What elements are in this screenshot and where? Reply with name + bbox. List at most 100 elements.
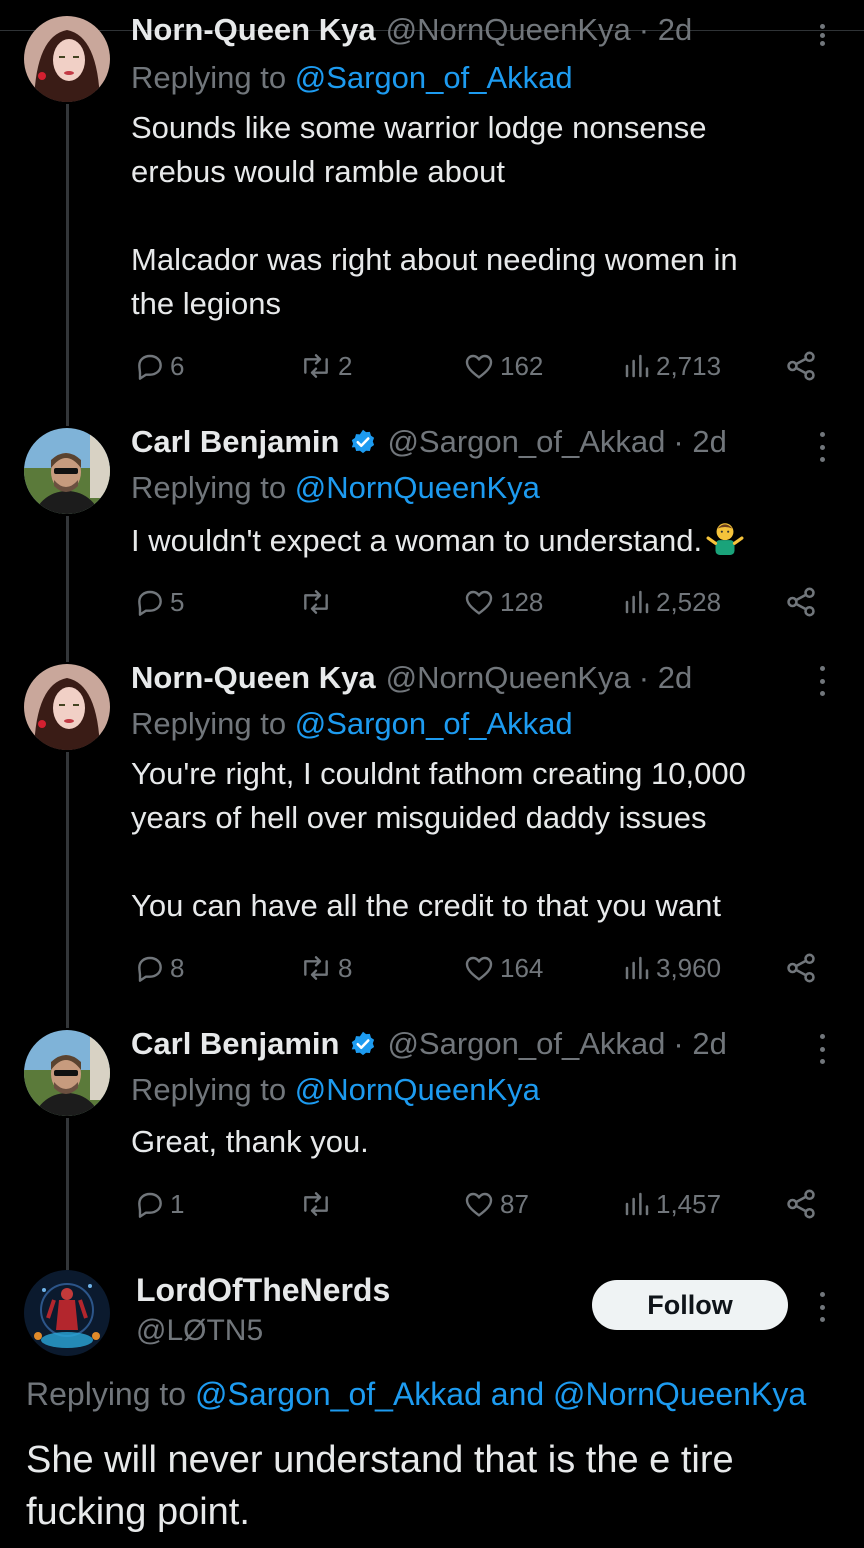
share-button[interactable]: [784, 1184, 818, 1224]
like-icon: [465, 590, 493, 615]
mention-link[interactable]: @Sargon_of_Akkad: [295, 706, 573, 741]
reply-icon: [138, 590, 162, 616]
author-name[interactable]: LordOfTheNerds: [136, 1272, 390, 1309]
repost-count: 8: [338, 952, 353, 983]
views-count: 3,960: [656, 952, 722, 983]
reply-button[interactable]: 5: [134, 582, 184, 622]
repost-button[interactable]: [298, 1184, 338, 1224]
tweet-text: You're right, I couldnt fathom creating …: [131, 756, 746, 923]
replying-prefix: Replying to: [131, 470, 287, 505]
views-button[interactable]: 1,457: [622, 1184, 721, 1224]
action-bar: 1 87 1,457: [0, 1184, 864, 1224]
more-icon[interactable]: [812, 666, 832, 696]
share-icon: [787, 1189, 815, 1219]
timestamp[interactable]: · 2d: [639, 660, 692, 696]
share-button[interactable]: [784, 948, 818, 988]
avatar[interactable]: [24, 664, 110, 750]
repost-button[interactable]: 8: [298, 948, 352, 988]
views-count: 2,528: [656, 586, 722, 617]
like-count: 162: [500, 350, 544, 381]
author-handle[interactable]: @NornQueenKya: [386, 12, 631, 48]
author-name[interactable]: Carl Benjamin: [131, 424, 339, 460]
share-button[interactable]: [784, 582, 818, 622]
more-icon[interactable]: [812, 1292, 832, 1322]
like-count: 164: [500, 952, 544, 983]
views-icon: [625, 956, 649, 980]
tweet-text: She will never understand that is the e …: [26, 1439, 734, 1533]
author-handle[interactable]: @Sargon_of_Akkad: [387, 1026, 665, 1062]
author-name[interactable]: Norn-Queen Kya: [131, 12, 376, 48]
more-icon[interactable]: [812, 432, 832, 462]
author-name[interactable]: Norn-Queen Kya: [131, 660, 376, 696]
mention-link[interactable]: @Sargon_of_Akkad: [295, 60, 573, 95]
share-icon: [787, 351, 815, 381]
share-icon: [787, 953, 815, 983]
views-button[interactable]: 2,713: [622, 346, 721, 386]
repost-button[interactable]: [298, 582, 338, 622]
replying-to: Replying to @Sargon_of_Akkad: [131, 706, 573, 742]
reply-icon: [138, 354, 162, 380]
verified-badge-icon: [349, 1030, 377, 1058]
reply-button[interactable]: 1: [134, 1184, 184, 1224]
replying-to: Replying to @Sargon_of_Akkad and @NornQu…: [26, 1376, 806, 1413]
replying-prefix: Replying to: [131, 60, 287, 95]
views-button[interactable]: 2,528: [622, 582, 721, 622]
mention-link[interactable]: @NornQueenKya: [553, 1376, 806, 1412]
like-icon: [465, 1192, 493, 1217]
views-icon: [625, 1192, 649, 1216]
tweet-text: Sounds like some warrior lodge nonsense …: [131, 110, 738, 321]
avatar[interactable]: [24, 1030, 110, 1116]
views-count: 2,713: [656, 350, 722, 381]
views-count: 1,457: [656, 1188, 722, 1219]
like-count: 128: [500, 586, 544, 617]
author-handle[interactable]: @NornQueenKya: [386, 660, 631, 696]
reply-button[interactable]: 6: [134, 346, 184, 386]
share-icon: [787, 587, 815, 617]
follow-button[interactable]: Follow: [592, 1280, 788, 1330]
like-button[interactable]: 164: [462, 948, 543, 988]
reply-icon: [138, 1192, 162, 1218]
like-icon: [465, 956, 493, 981]
author-handle[interactable]: @Sargon_of_Akkad: [387, 424, 665, 460]
mention-link[interactable]: @NornQueenKya: [295, 470, 540, 505]
reply-count: 6: [170, 350, 185, 381]
timestamp[interactable]: · 2d: [639, 12, 692, 48]
like-button[interactable]: 162: [462, 346, 543, 386]
views-button[interactable]: 3,960: [622, 948, 721, 988]
repost-icon: [304, 1192, 328, 1216]
timestamp[interactable]: · 2d: [673, 1026, 726, 1062]
author-handle[interactable]: @LØTN5: [136, 1314, 263, 1348]
tweet-text: Great, thank you.: [131, 1124, 369, 1159]
share-button[interactable]: [784, 346, 818, 386]
replying-to: Replying to @NornQueenKya: [131, 470, 540, 506]
more-icon[interactable]: [812, 1034, 832, 1064]
reply-button[interactable]: 8: [134, 948, 184, 988]
like-button[interactable]: 87: [462, 1184, 529, 1224]
repost-icon: [304, 590, 328, 614]
person-shrugging-emoji: [706, 518, 744, 568]
verified-badge-icon: [349, 428, 377, 456]
repost-button[interactable]: 2: [298, 346, 352, 386]
author-name[interactable]: Carl Benjamin: [131, 1026, 339, 1062]
tweet-text: I wouldn't expect a woman to understand.: [131, 518, 831, 568]
action-bar: 6 2 162 2,713: [0, 346, 864, 386]
like-count: 87: [500, 1188, 529, 1219]
like-button[interactable]: 128: [462, 582, 543, 622]
action-bar: 5 128 2,528: [0, 582, 864, 622]
mention-link[interactable]: @NornQueenKya: [295, 1072, 540, 1107]
avatar[interactable]: [24, 1270, 110, 1356]
mention-link[interactable]: @Sargon_of_Akkad: [195, 1376, 482, 1412]
avatar[interactable]: [24, 428, 110, 514]
views-icon: [625, 354, 649, 378]
more-icon[interactable]: [812, 24, 832, 46]
repost-icon: [304, 956, 328, 980]
avatar[interactable]: [24, 16, 110, 102]
views-icon: [625, 590, 649, 614]
reply-count: 1: [170, 1188, 185, 1219]
timestamp[interactable]: · 2d: [673, 424, 726, 460]
mention-and[interactable]: and: [491, 1376, 544, 1412]
replying-prefix: Replying to: [26, 1376, 187, 1412]
reply-icon: [138, 956, 162, 982]
replying-prefix: Replying to: [131, 1072, 287, 1107]
replying-to: Replying to @NornQueenKya: [131, 1072, 540, 1108]
